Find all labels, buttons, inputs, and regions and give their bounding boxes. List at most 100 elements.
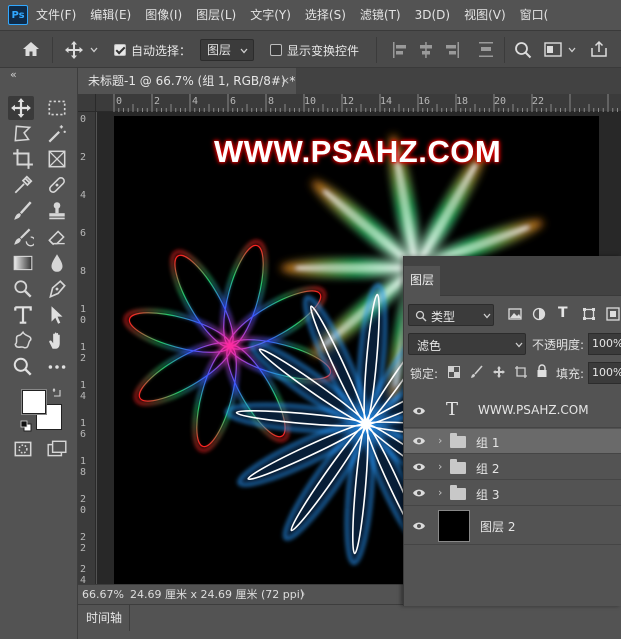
visibility-eye-icon[interactable] bbox=[412, 487, 426, 499]
visibility-eye-icon[interactable] bbox=[412, 405, 426, 417]
menu-layer[interactable]: 图层(L) bbox=[196, 0, 236, 30]
custom-shape-icon[interactable] bbox=[12, 330, 34, 352]
share-icon[interactable] bbox=[590, 40, 608, 58]
lasso-tool-icon[interactable] bbox=[12, 123, 34, 145]
clone-stamp-icon[interactable] bbox=[46, 200, 68, 222]
pen-tool-icon[interactable] bbox=[46, 278, 68, 300]
lock-artboard-icon[interactable] bbox=[514, 365, 528, 379]
blur-tool-icon[interactable] bbox=[46, 252, 68, 274]
marquee-tool-icon[interactable] bbox=[46, 97, 68, 119]
home-icon[interactable] bbox=[22, 41, 40, 57]
default-colors-icon[interactable] bbox=[20, 420, 32, 432]
ruler-label: 20 bbox=[494, 96, 507, 107]
workspace-icon[interactable] bbox=[544, 42, 564, 58]
search-icon[interactable] bbox=[514, 41, 532, 59]
hand-tool-icon[interactable] bbox=[46, 330, 68, 352]
collapse-panels-icon[interactable]: « bbox=[10, 68, 17, 81]
chevron-right-icon[interactable]: › bbox=[438, 434, 442, 447]
document-tab[interactable]: 未标题-1 @ 66.7% (组 1, RGB/8#) * × bbox=[78, 68, 296, 94]
chevron-down-icon bbox=[240, 48, 248, 54]
lock-transparent-icon[interactable] bbox=[448, 366, 460, 378]
filter-type-icon[interactable]: T bbox=[558, 305, 568, 321]
menu-image[interactable]: 图像(I) bbox=[145, 0, 182, 30]
zoom-level[interactable]: 66.67% bbox=[82, 585, 124, 604]
horizontal-ruler[interactable]: 0 2 4 6 8 10 12 14 16 18 20 22 bbox=[96, 94, 621, 112]
auto-select-target-value: 图层 bbox=[207, 43, 232, 57]
menu-3d[interactable]: 3D(D) bbox=[415, 0, 450, 30]
layer-row-group-2[interactable]: › 组 2 bbox=[404, 455, 621, 480]
lock-position-icon[interactable] bbox=[492, 365, 506, 379]
menu-edit[interactable]: 编辑(E) bbox=[90, 0, 131, 30]
menu-filter[interactable]: 滤镜(T) bbox=[360, 0, 401, 30]
menu-type[interactable]: 文字(Y) bbox=[250, 0, 291, 30]
folder-icon bbox=[450, 433, 466, 448]
ruler-label: 2 0 bbox=[80, 494, 87, 516]
chevron-right-icon[interactable]: › bbox=[438, 460, 442, 473]
eraser-tool-icon[interactable] bbox=[46, 226, 68, 248]
history-brush-icon[interactable] bbox=[12, 226, 34, 248]
menu-view[interactable]: 视图(V) bbox=[464, 0, 506, 30]
swap-colors-icon[interactable] bbox=[52, 388, 62, 398]
screen-mode-icon[interactable] bbox=[46, 438, 68, 460]
chevron-right-icon[interactable]: › bbox=[438, 486, 442, 499]
filter-shape-icon[interactable] bbox=[582, 307, 596, 321]
zoom-tool-icon[interactable] bbox=[12, 356, 34, 378]
close-icon[interactable]: × bbox=[281, 68, 290, 94]
dodge-tool-icon[interactable] bbox=[12, 278, 34, 300]
crop-tool-icon[interactable] bbox=[12, 148, 34, 170]
align-center-icon[interactable] bbox=[418, 41, 434, 59]
layer-row-text[interactable]: T WWW.PSAHZ.COM bbox=[404, 394, 621, 428]
chevron-down-icon[interactable] bbox=[568, 47, 576, 53]
vertical-ruler[interactable]: 0 2 4 6 8 1 0 1 2 1 4 1 6 1 8 2 0 2 2 2 … bbox=[78, 112, 96, 586]
chevron-down-icon[interactable] bbox=[90, 47, 98, 53]
magic-wand-icon[interactable] bbox=[46, 123, 68, 145]
visibility-eye-icon[interactable] bbox=[412, 520, 426, 532]
fill-input[interactable]: 100% bbox=[588, 362, 621, 384]
frame-tool-icon[interactable] bbox=[46, 148, 68, 170]
lock-pixels-icon[interactable] bbox=[470, 365, 484, 379]
filter-smart-object-icon[interactable] bbox=[606, 307, 620, 321]
flower-petal bbox=[171, 250, 235, 348]
layer-row-pixel[interactable]: 图层 2 bbox=[404, 507, 621, 545]
quick-mask-icon[interactable] bbox=[12, 438, 34, 460]
move-tool-icon[interactable] bbox=[64, 40, 84, 60]
folder-icon bbox=[450, 459, 466, 474]
layer-filter-dropdown[interactable]: 类型 bbox=[408, 304, 494, 326]
layers-tab[interactable]: 图层 bbox=[404, 266, 440, 296]
lock-all-icon[interactable] bbox=[536, 364, 548, 378]
filter-adjustment-icon[interactable] bbox=[532, 307, 546, 321]
layer-name: 组 3 bbox=[476, 488, 500, 502]
auto-select-target-dropdown[interactable]: 图层 bbox=[200, 39, 254, 61]
blend-mode-dropdown[interactable]: 滤色 bbox=[408, 333, 526, 355]
layers-panel: 图层 类型 T 滤色 不透明度: 100% 锁定: 填充: 100% T WWW… bbox=[403, 256, 621, 606]
eyedropper-icon[interactable] bbox=[12, 174, 34, 196]
align-right-icon[interactable] bbox=[444, 41, 460, 59]
menu-select[interactable]: 选择(S) bbox=[305, 0, 346, 30]
menu-file[interactable]: 文件(F) bbox=[36, 0, 76, 30]
type-tool-icon[interactable] bbox=[12, 304, 34, 326]
layer-filter-value: 类型 bbox=[431, 310, 456, 324]
visibility-eye-icon[interactable] bbox=[412, 461, 426, 473]
gradient-tool-icon[interactable] bbox=[12, 252, 34, 274]
distribute-icon[interactable] bbox=[478, 41, 494, 59]
layer-row-group-3[interactable]: › 组 3 bbox=[404, 481, 621, 506]
ruler-origin[interactable] bbox=[78, 94, 96, 112]
foreground-color-swatch[interactable] bbox=[22, 390, 46, 414]
menu-window[interactable]: 窗口( bbox=[520, 0, 549, 30]
more-tools-icon[interactable] bbox=[46, 356, 68, 378]
layer-row-group-1[interactable]: › 组 1 bbox=[404, 429, 621, 454]
move-tool-icon[interactable] bbox=[10, 97, 32, 119]
status-menu-arrow[interactable]: 〉 bbox=[300, 585, 311, 604]
path-selection-icon[interactable] bbox=[46, 304, 68, 326]
healing-brush-icon[interactable] bbox=[46, 174, 68, 196]
layer-thumbnail bbox=[438, 510, 470, 542]
brush-tool-icon[interactable] bbox=[12, 200, 34, 222]
show-transform-checkbox[interactable] bbox=[270, 44, 282, 56]
timeline-tab[interactable]: 时间轴 bbox=[78, 605, 130, 631]
filter-pixel-icon[interactable] bbox=[508, 308, 522, 320]
ruler-label: 0 bbox=[116, 96, 123, 107]
auto-select-checkbox[interactable] bbox=[114, 44, 126, 56]
opacity-input[interactable]: 100% bbox=[588, 333, 621, 355]
align-left-icon[interactable] bbox=[392, 41, 408, 59]
visibility-eye-icon[interactable] bbox=[412, 435, 426, 447]
